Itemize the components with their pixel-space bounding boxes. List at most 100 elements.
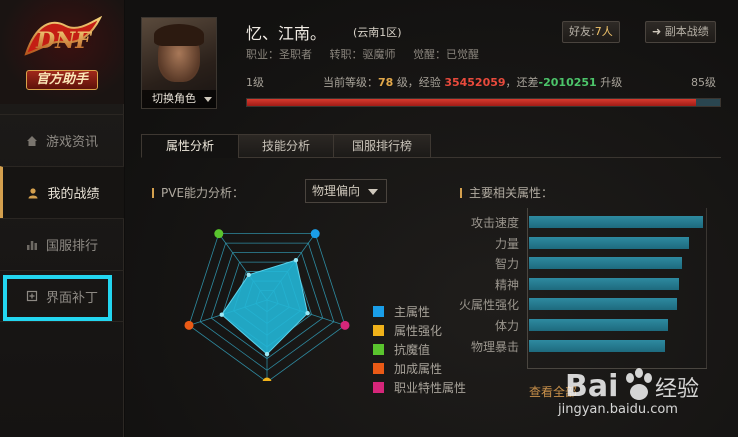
- sidebar: DNF 官方助手 ​ 游戏资讯 我的战绩 国服排行 界面补丁: [0, 0, 124, 437]
- sidebar-item-label: 国服排行: [45, 239, 98, 254]
- radar-axis-marker: [340, 320, 350, 330]
- watermark-url: jingyan.baidu.com: [558, 402, 678, 417]
- radar-data-area: [221, 259, 309, 355]
- watermark-brand2: 经验: [655, 377, 699, 402]
- level-min: 1级: [246, 76, 264, 89]
- switch-character-label: 切换角色: [152, 92, 196, 105]
- remain-exp: -2010251: [538, 76, 597, 89]
- legend-item: 加成属性: [373, 359, 466, 378]
- bar-label: 力量: [494, 236, 519, 251]
- pve-bias-select[interactable]: 物理偏向: [305, 179, 387, 203]
- radar-legend: 主属性 属性强化 抗魔值 加成属性 职业特性属性: [373, 302, 466, 397]
- bar-label: 智力: [494, 257, 519, 272]
- level-max: 85级: [691, 76, 716, 89]
- radar-axis-marker: [310, 229, 320, 239]
- legend-label: 职业特性属性: [394, 381, 467, 395]
- sidebar-item-label: 我的战绩: [47, 187, 100, 202]
- chevron-down-icon: [368, 189, 378, 195]
- main-panel: 切换角色 忆、江南。 (云南1区) 职业：圣职者 转职：驱魔师 觉醒：已觉醒 好…: [125, 0, 738, 437]
- avatar-hair: [154, 24, 204, 46]
- pve-title-text: PVE能力分析：: [161, 186, 245, 200]
- legend-item: 抗魔值: [373, 340, 466, 359]
- current-level-label: 当前等级：: [323, 76, 378, 89]
- pve-bias-value: 物理偏向: [312, 184, 361, 198]
- pve-radar-chart: [184, 229, 350, 381]
- bar-row: 体力: [455, 319, 705, 333]
- bar-axis-right: [706, 208, 707, 368]
- chevron-down-icon: [204, 97, 212, 102]
- sidebar-item-ranking[interactable]: 国服排行: [0, 218, 124, 270]
- sidebar-item-news[interactable]: 游戏资讯: [0, 114, 124, 166]
- legend-label: 主属性: [394, 305, 431, 319]
- app-logo: DNF 官方助手 ​: [0, 0, 124, 104]
- legend-swatch: [373, 382, 384, 393]
- awaken-status: 觉醒：已觉醒: [413, 48, 479, 61]
- legend-item: 职业特性属性: [373, 378, 466, 397]
- rank-icon: [26, 240, 37, 250]
- pve-title: PVE能力分析：: [152, 184, 244, 201]
- radar-axis-marker: [184, 320, 194, 330]
- dungeon-record-button[interactable]: ➜ 副本战绩: [645, 21, 716, 43]
- bar-fill: [529, 277, 679, 290]
- bar-label: 攻击速度: [470, 216, 519, 230]
- paw-icon: [626, 368, 652, 400]
- radar-data-point: [305, 310, 310, 316]
- bar-label: 精神: [494, 277, 519, 292]
- bar-row: 攻击速度: [455, 216, 705, 230]
- dnf-logo-icon: DNF: [24, 15, 102, 56]
- tab-attribute-analysis[interactable]: 属性分析: [141, 134, 239, 158]
- exp-progress-fill: [247, 99, 697, 106]
- advance-class: 转职：驱魔师: [329, 48, 396, 61]
- bar-fill: [529, 216, 703, 228]
- exp-value: 35452059: [444, 76, 506, 89]
- character-server: (云南1区): [353, 26, 402, 39]
- avatar[interactable]: 切换角色: [141, 17, 217, 109]
- profession: 职业：圣职者: [246, 48, 312, 61]
- radar-axis-marker: [214, 229, 224, 239]
- remain-label: ，还差: [505, 76, 539, 89]
- home-icon: [26, 135, 37, 146]
- dungeon-record-label: 副本战绩: [664, 25, 709, 38]
- current-level: 78: [378, 76, 394, 89]
- legend-label: 属性强化: [394, 324, 443, 338]
- upgrade-label: 升级: [600, 76, 623, 89]
- friends-count: 7人: [594, 25, 613, 38]
- sidebar-item-my-record[interactable]: 我的战绩: [0, 166, 124, 218]
- radar-data-point: [246, 272, 251, 277]
- arrow-right-icon: ➜: [652, 25, 662, 38]
- legend-label: 加成属性: [394, 362, 443, 376]
- character-info: 职业：圣职者 转职：驱魔师 觉醒：已觉醒: [246, 46, 493, 62]
- bar-label: 火属性强化: [458, 298, 519, 313]
- tab-server-ranking[interactable]: 国服排行榜: [333, 134, 431, 158]
- legend-item: 主属性: [373, 302, 466, 321]
- legend-swatch: [373, 344, 384, 355]
- sidebar-item-label: 游戏资讯: [45, 135, 98, 150]
- legend-swatch: [373, 363, 384, 374]
- friends-button[interactable]: 好友:7人: [562, 21, 620, 43]
- bar-label: 物理暴击: [470, 339, 519, 354]
- legend-swatch: [373, 306, 384, 317]
- bar-row: 智力: [455, 257, 705, 272]
- level-unit: 级，经验: [396, 76, 441, 89]
- switch-character-button[interactable]: 切换角色: [142, 90, 216, 108]
- bar-fill: [529, 319, 669, 331]
- legend-swatch: [373, 325, 384, 336]
- bar-row: 精神: [455, 277, 705, 292]
- legend-label: 抗魔值: [394, 343, 431, 357]
- tab-skill-analysis[interactable]: 技能分析: [238, 134, 334, 158]
- tab-bar: 属性分析 技能分析 国服排行榜: [141, 134, 721, 158]
- level-status: 当前等级：78 级，经验 35452059，还差-2010251 升级: [323, 74, 622, 90]
- legend-item: 属性强化: [373, 321, 466, 340]
- logo-title: 官方助手: [26, 70, 98, 90]
- bar-row: 力量: [455, 236, 705, 251]
- bar-fill: [529, 298, 677, 311]
- related-title-text: 主要相关属性：: [469, 186, 554, 200]
- bar-row: 火属性强化: [455, 298, 705, 313]
- character-name: 忆、江南。: [246, 24, 327, 43]
- bar-fill: [529, 339, 665, 352]
- related-title: 主要相关属性：: [460, 184, 553, 201]
- svg-text:DNF: DNF: [35, 28, 92, 54]
- radar-data-point: [264, 351, 270, 357]
- highlight-box: [3, 275, 112, 321]
- radar-data-point: [293, 257, 299, 263]
